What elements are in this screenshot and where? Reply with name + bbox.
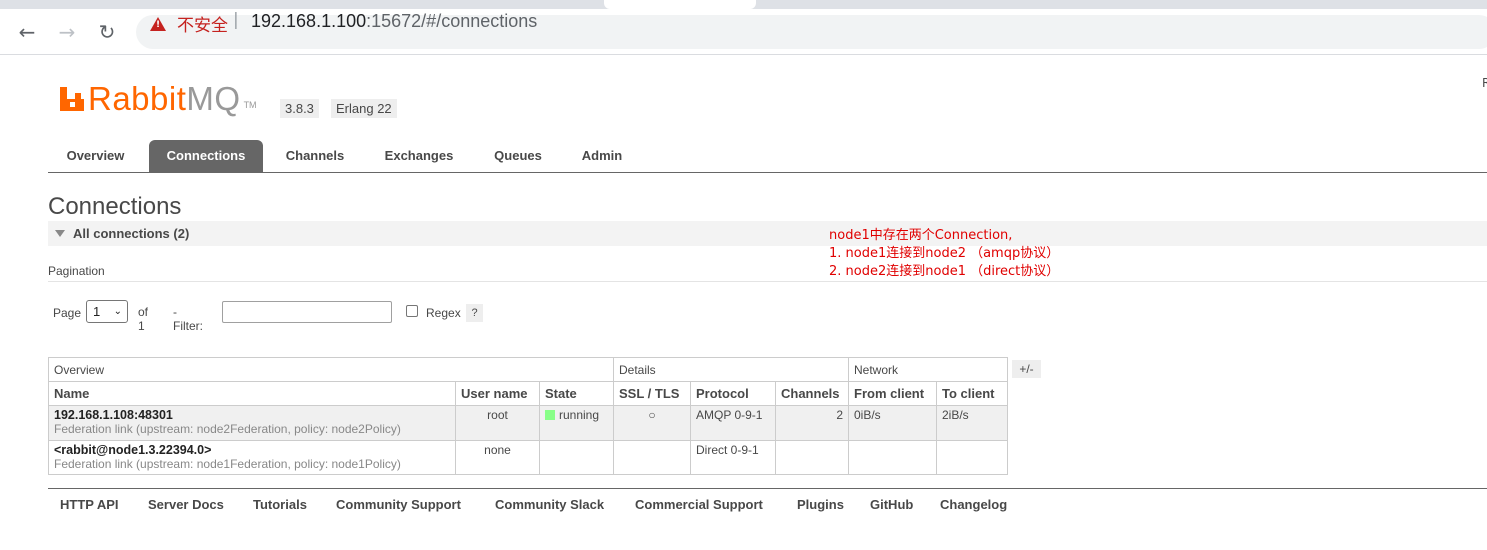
connections-table: Overview Details Network Name User name … (48, 357, 1008, 475)
regex-help-button[interactable]: ? (466, 304, 483, 322)
ssl-cell: ○ (613, 405, 691, 441)
all-connections-toggle[interactable]: All connections (2) (48, 221, 1487, 246)
header-corner-text: R (1482, 76, 1487, 90)
url-path: :15672/#/connections (366, 11, 538, 31)
col-header-channels[interactable]: Channels (775, 381, 849, 406)
page-select[interactable]: 1 ⌄ (86, 300, 128, 323)
tab-overview[interactable]: Overview (48, 140, 143, 172)
ssl-cell (613, 440, 691, 475)
logo-text: RabbitMQ (88, 80, 241, 117)
footer-link-server-docs[interactable]: Server Docs (148, 497, 224, 512)
forward-icon[interactable]: → (56, 21, 78, 43)
url-separator: | (233, 10, 239, 30)
col-header-name[interactable]: Name (48, 381, 456, 406)
channels-cell: 2 (775, 405, 849, 441)
section-label: All connections (2) (73, 226, 190, 241)
pagination-divider (48, 281, 1487, 282)
collapse-triangle-icon (55, 230, 65, 237)
col-header-state[interactable]: State (539, 381, 614, 406)
col-header-protocol[interactable]: Protocol (690, 381, 776, 406)
col-header-user[interactable]: User name (455, 381, 540, 406)
filter-label: - Filter: (173, 305, 203, 333)
page-count: of 1 (138, 305, 149, 333)
to-client-cell (936, 440, 1008, 475)
tab-connections[interactable]: Connections (149, 140, 263, 172)
regex-label: Regex (426, 306, 461, 320)
footer-link-community-slack[interactable]: Community Slack (495, 497, 604, 512)
table-row[interactable]: <rabbit@node1.3.22394.0> Federation link… (48, 440, 1008, 475)
running-status-icon (545, 410, 555, 420)
browser-tab-strip (0, 0, 1487, 9)
active-browser-tab[interactable] (604, 0, 756, 9)
rabbitmq-logo[interactable]: RabbitMQ TM (60, 82, 257, 116)
connection-name-cell[interactable]: 192.168.1.108:48301 Federation link (ups… (48, 405, 456, 441)
annotation-line-3: 2. node2连接到node1 （direct协议） (829, 264, 1060, 279)
warning-icon[interactable]: ! (150, 17, 166, 31)
from-client-cell (848, 440, 937, 475)
user-cell: root (455, 405, 540, 441)
column-toggle-button[interactable]: +/- (1012, 360, 1041, 378)
url-host: 192.168.1.100 (251, 11, 367, 31)
insecure-label[interactable]: 不安全 (177, 11, 228, 36)
footer-link-tutorials[interactable]: Tutorials (253, 497, 307, 512)
reload-icon[interactable]: ↻ (96, 21, 118, 43)
tab-channels[interactable]: Channels (270, 140, 360, 172)
rabbit-logo-icon (60, 87, 84, 111)
footer-link-commercial-support[interactable]: Commercial Support (635, 497, 763, 512)
connection-name-cell[interactable]: <rabbit@node1.3.22394.0> Federation link… (48, 440, 456, 475)
red-annotation: node1中存在两个Connection, 1. node1连接到node2 （… (829, 227, 1059, 281)
protocol-cell: Direct 0-9-1 (690, 440, 776, 475)
logo-trademark: TM (243, 100, 257, 110)
pagination-label: Pagination (48, 264, 105, 278)
regex-checkbox[interactable] (406, 305, 418, 317)
tab-exchanges[interactable]: Exchanges (370, 140, 468, 172)
connection-name-link[interactable]: 192.168.1.108:48301 (54, 408, 450, 422)
page-label: Page (53, 306, 82, 320)
tab-admin[interactable]: Admin (568, 140, 636, 172)
state-cell (539, 440, 614, 475)
annotation-line-2: 1. node1连接到node2 （amqp协议） (829, 246, 1060, 261)
connection-subtitle: Federation link (upstream: node2Federati… (54, 422, 401, 436)
annotation-line-1: node1中存在两个Connection, (829, 228, 1013, 243)
col-header-to-client[interactable]: To client (936, 381, 1008, 406)
from-client-cell: 0iB/s (848, 405, 937, 441)
table-row[interactable]: 192.168.1.108:48301 Federation link (ups… (48, 405, 1008, 441)
tab-queues[interactable]: Queues (480, 140, 556, 172)
footer-link-github[interactable]: GitHub (870, 497, 913, 512)
footer-link-plugins[interactable]: Plugins (797, 497, 844, 512)
state-cell: running (539, 405, 614, 441)
footer-divider (48, 488, 1487, 489)
chevron-down-icon: ⌄ (113, 306, 122, 317)
connection-name-link[interactable]: <rabbit@node1.3.22394.0> (54, 443, 450, 457)
footer-link-community-support[interactable]: Community Support (336, 497, 461, 512)
col-header-ssl[interactable]: SSL / TLS (613, 381, 691, 406)
channels-cell (775, 440, 849, 475)
group-header-details: Details (613, 357, 849, 382)
connection-subtitle: Federation link (upstream: node1Federati… (54, 457, 401, 471)
version-badge: 3.8.3 (280, 99, 319, 118)
group-header-network: Network (848, 357, 1008, 382)
erlang-badge: Erlang 22 (331, 99, 397, 118)
main-nav: Overview Connections Channels Exchanges … (48, 140, 1487, 173)
col-header-from-client[interactable]: From client (848, 381, 937, 406)
group-header-overview: Overview (48, 357, 614, 382)
filter-input[interactable] (222, 301, 392, 323)
url-text[interactable]: 192.168.1.100:15672/#/connections (251, 11, 537, 32)
footer-link-changelog[interactable]: Changelog (940, 497, 1007, 512)
to-client-cell: 2iB/s (936, 405, 1008, 441)
footer-link-http-api[interactable]: HTTP API (60, 497, 119, 512)
page-title: Connections (48, 193, 182, 220)
back-icon[interactable]: ← (16, 21, 38, 43)
state-text: running (559, 408, 600, 422)
protocol-cell: AMQP 0-9-1 (690, 405, 776, 441)
user-cell: none (455, 440, 540, 475)
